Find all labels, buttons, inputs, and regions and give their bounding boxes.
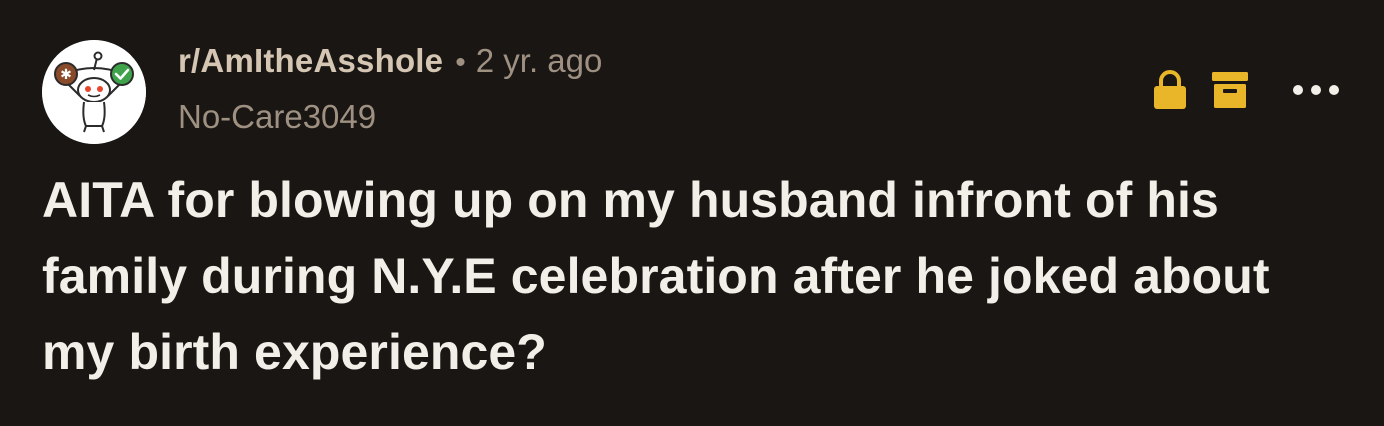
more-options-icon	[1293, 85, 1339, 95]
more-options-button[interactable]	[1290, 68, 1342, 112]
svg-text:✱: ✱	[60, 67, 72, 83]
post-meta: r/AmItheAsshole • 2 yr. ago No-Care3049	[178, 42, 602, 136]
post-title[interactable]: AITA for blowing up on my husband infron…	[42, 162, 1352, 390]
lock-icon	[1154, 70, 1186, 109]
author-username[interactable]: No-Care3049	[178, 98, 602, 136]
post-header: ✱ r/AmItheAsshole • 2 yr. ago No-Care304…	[42, 40, 1342, 150]
archive-icon	[1212, 72, 1248, 108]
post-actions	[1150, 68, 1342, 112]
subreddit-link[interactable]: r/AmItheAsshole	[178, 42, 443, 80]
snoo-scales-icon: ✱	[42, 40, 146, 144]
lock-button[interactable]	[1150, 68, 1190, 112]
subreddit-avatar[interactable]: ✱	[42, 40, 146, 144]
archive-button[interactable]	[1210, 68, 1250, 112]
post-age: 2 yr. ago	[475, 42, 603, 79]
post-meta-line: r/AmItheAsshole • 2 yr. ago	[178, 42, 602, 92]
meta-separator: •	[455, 46, 466, 79]
